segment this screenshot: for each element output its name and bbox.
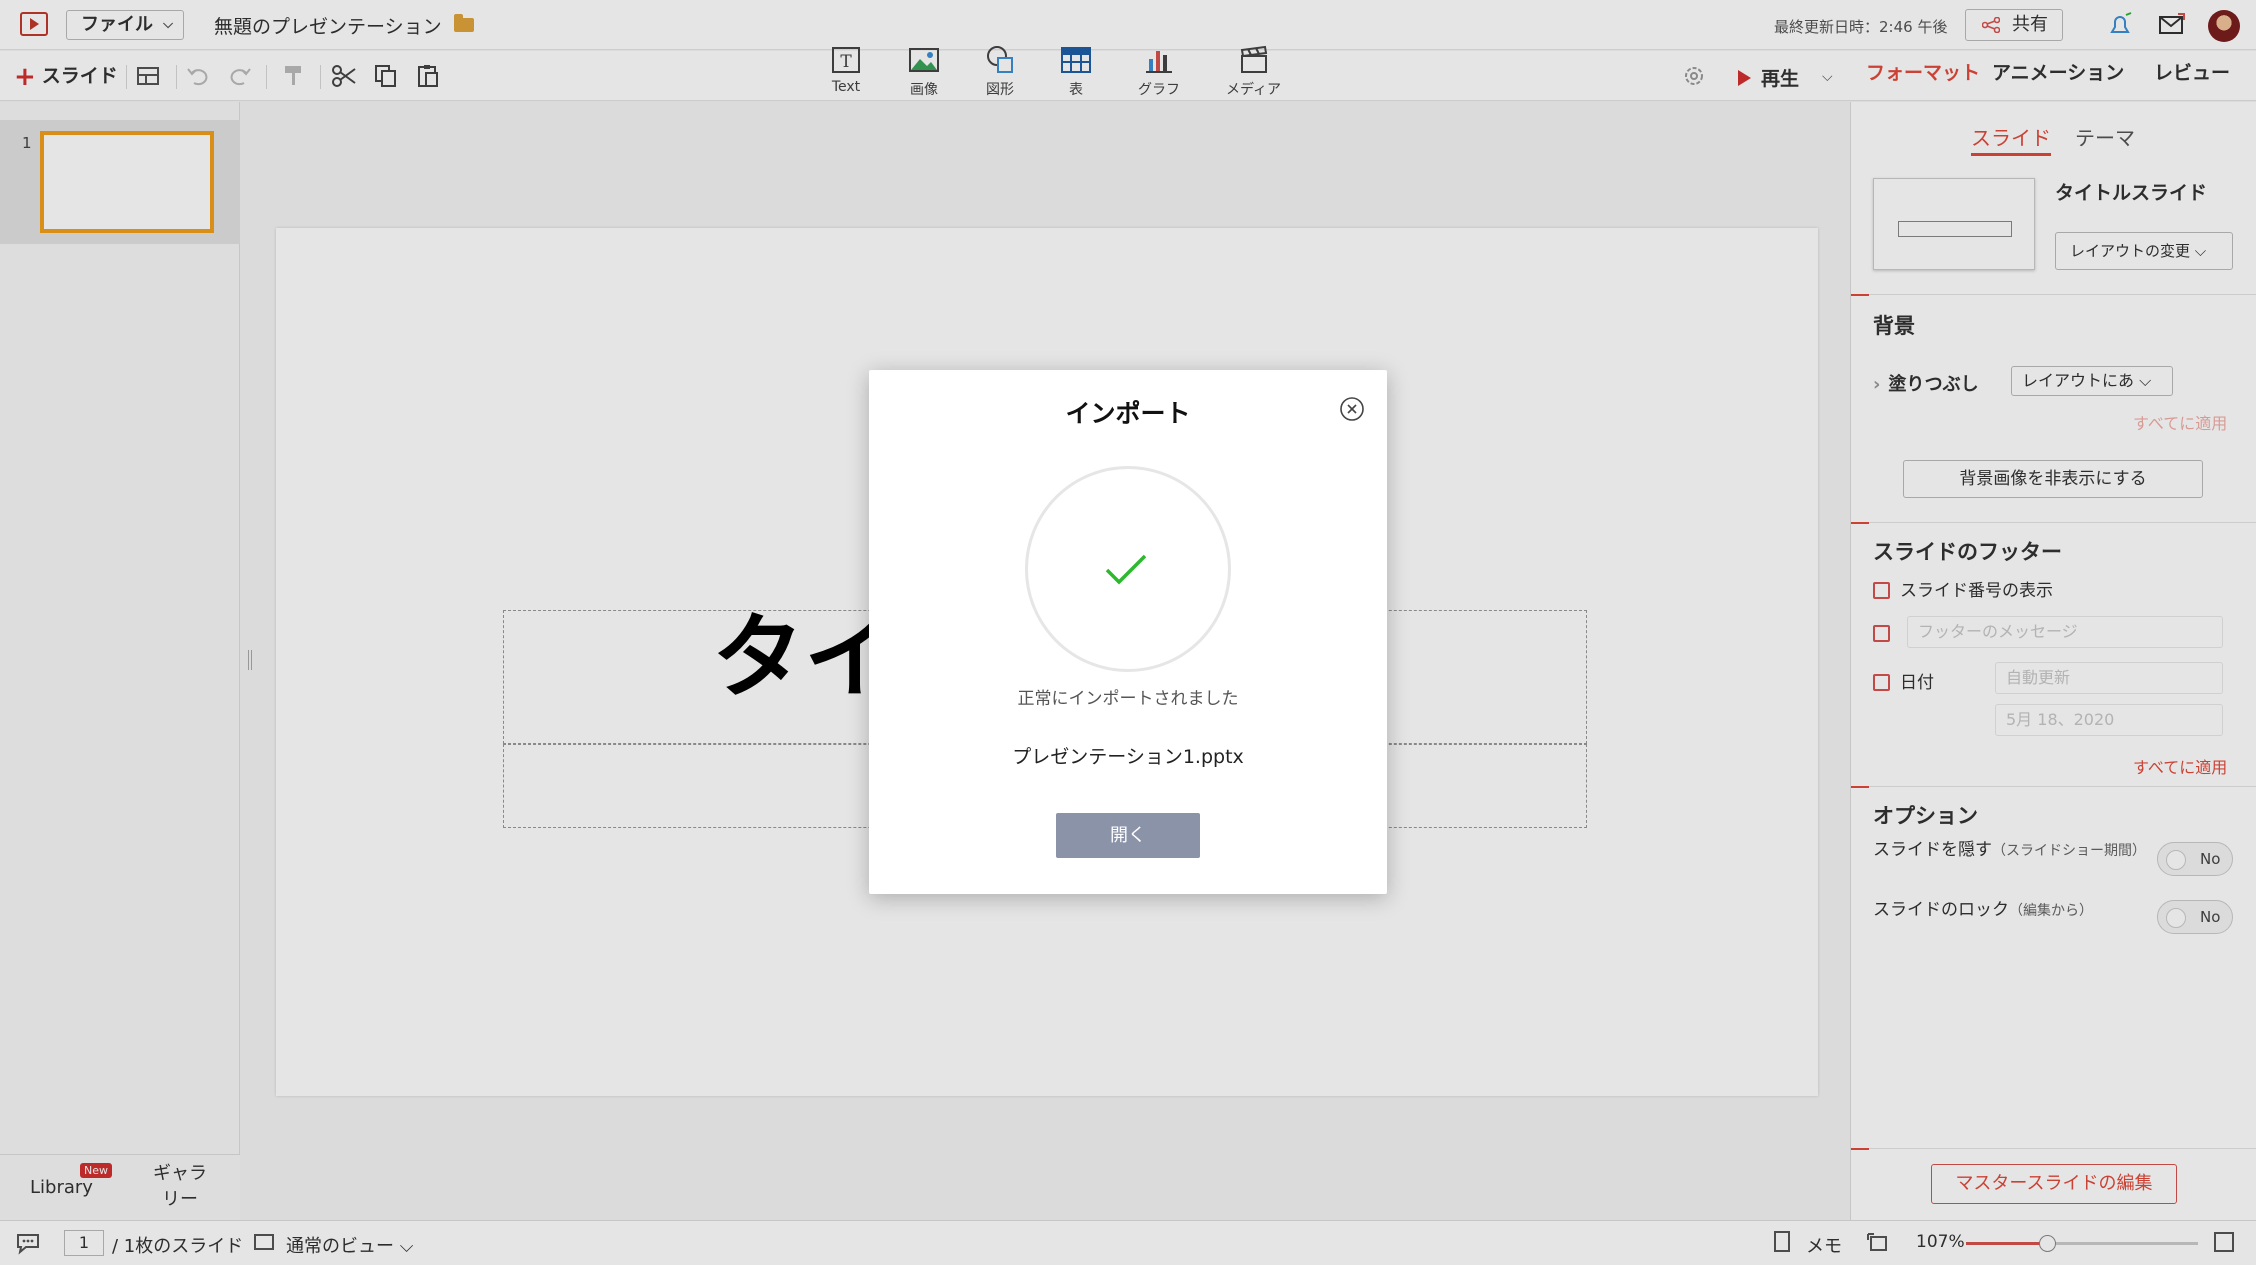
success-indicator xyxy=(1025,466,1231,672)
imported-filename: プレゼンテーション1.pptx xyxy=(1012,746,1244,768)
dialog-title: インポート xyxy=(1065,399,1191,428)
close-icon[interactable] xyxy=(1339,396,1365,422)
import-status-text: 正常にインポートされました xyxy=(1017,689,1239,709)
app-window: ファイル ⌵ 無題のプレゼンテーション 最終更新日時：2:46 午後 共有 + … xyxy=(0,0,2256,1265)
checkmark-icon xyxy=(1105,554,1147,585)
open-button[interactable]: 開く xyxy=(1056,813,1200,858)
import-dialog: インポート 正常にインポートされました プレゼンテーション1.pptx 開く xyxy=(869,370,1387,894)
